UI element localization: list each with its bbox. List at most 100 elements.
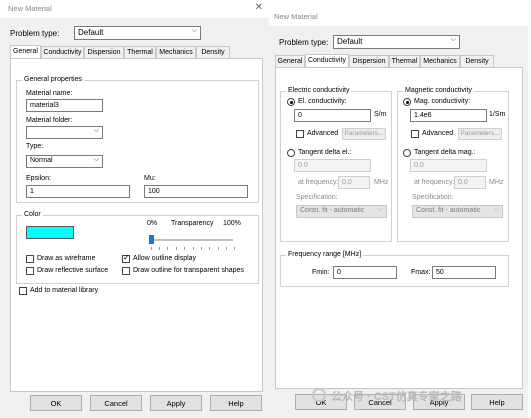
magnetic-conductivity-title: Magnetic conductivity [403, 87, 474, 94]
draw-outline-transparent-checkbox[interactable] [122, 267, 130, 275]
left-tab-panel: General properties Material name: materi… [10, 58, 263, 392]
tab-density[interactable]: Density [196, 46, 230, 58]
transparency-slider-track[interactable] [149, 239, 233, 241]
draw-as-wireframe-checkbox[interactable] [26, 255, 34, 263]
left-tabs: General Conductivity Dispersion Thermal … [10, 45, 255, 58]
tab-dispersion[interactable]: Dispersion [84, 46, 124, 58]
tab-conductivity[interactable]: Conductivity [305, 54, 349, 67]
mag-conductivity-input[interactable]: 1.4e6 [410, 109, 487, 122]
mu-input[interactable]: 100 [144, 185, 248, 198]
tab-mechanics[interactable]: Mechanics [156, 46, 196, 58]
electric-conductivity-title: Electric conductivity [286, 87, 352, 94]
mu-label: Mu: [144, 175, 156, 182]
draw-reflective-surface-label: Draw reflective surface [37, 267, 109, 274]
tab-thermal[interactable]: Thermal [389, 55, 420, 67]
add-to-library-label: Add to material library [30, 287, 99, 294]
draw-reflective-surface-checkbox[interactable] [26, 267, 34, 275]
el-advanced-checkbox[interactable] [296, 130, 304, 138]
material-folder-select[interactable]: ⌵ [26, 126, 103, 139]
tab-thermal[interactable]: Thermal [124, 46, 156, 58]
fmin-input[interactable]: 0 [333, 266, 397, 279]
help-button[interactable]: Help [471, 394, 523, 410]
el-at-frequency-unit: MHz [374, 179, 389, 186]
el-conductivity-radio[interactable] [287, 98, 295, 106]
problem-type-value: Default [78, 28, 104, 37]
el-parameters-button[interactable]: Parameters... [342, 128, 386, 140]
problem-type-value: Default [337, 37, 363, 46]
ok-button[interactable]: OK [30, 395, 82, 411]
draw-as-wireframe-label: Draw as wireframe [37, 255, 96, 262]
cancel-button[interactable]: Cancel [90, 395, 142, 411]
general-properties-title: General properties [22, 76, 84, 83]
mag-conductivity-label: Mag. conductivity: [414, 98, 471, 105]
tab-general[interactable]: General [275, 55, 305, 67]
transparency-min: 0% [147, 220, 158, 227]
tab-dispersion[interactable]: Dispersion [349, 55, 389, 67]
right-dialog: New Material Problem type: Default ⌵ Gen… [269, 8, 528, 418]
chevron-down-icon: ⌵ [93, 127, 99, 134]
epsilon-input[interactable]: 1 [26, 185, 130, 198]
el-tangent-radio[interactable] [287, 149, 295, 157]
el-conductivity-label: El. conductivity: [298, 98, 347, 105]
mag-advanced-label: Advanced [422, 130, 454, 137]
mag-conductivity-radio[interactable] [403, 98, 411, 106]
el-conductivity-input[interactable]: 0 [294, 109, 371, 122]
left-title: New Material [8, 4, 52, 13]
right-title: New Material [274, 12, 318, 21]
fmax-label: Fmax: [411, 269, 431, 276]
mag-specification-select[interactable]: Const. fit - automatic ⌵ [412, 205, 503, 218]
material-name-label: Material name: [26, 90, 73, 97]
close-icon[interactable]: ✕ [255, 2, 263, 13]
watermark-text: 公众号 · CST仿真专家之路 [331, 391, 462, 403]
add-to-library-checkbox[interactable] [19, 287, 27, 295]
wechat-icon [312, 388, 326, 402]
el-at-frequency-label: at frequency: [298, 179, 339, 186]
el-specification-select[interactable]: Const. fit - automatic ⌵ [296, 205, 387, 218]
transparency-ticks [151, 247, 235, 250]
chevron-down-icon: ⌵ [191, 27, 197, 34]
tab-mechanics[interactable]: Mechanics [420, 55, 460, 67]
fmin-label: Fmin: [312, 269, 330, 276]
right-tabs: General Conductivity Dispersion Thermal … [275, 54, 523, 67]
tab-density[interactable]: Density [460, 55, 494, 67]
mag-parameters-button[interactable]: Parameters... [458, 128, 502, 140]
tab-general[interactable]: General [10, 45, 41, 58]
mag-at-frequency-unit: MHz [489, 179, 504, 186]
color-swatch[interactable] [26, 226, 74, 239]
mag-tangent-input[interactable]: 0.0 [410, 159, 487, 172]
el-unit: S/m [374, 111, 387, 118]
mag-at-frequency-input[interactable]: 0.0 [454, 176, 486, 189]
el-tangent-label: Tangent delta el.: [298, 149, 352, 156]
transparency-slider-thumb[interactable] [149, 235, 154, 244]
frequency-range-title: Frequency range [MHz] [286, 251, 364, 258]
mag-tangent-radio[interactable] [403, 149, 411, 157]
apply-button[interactable]: Apply [150, 395, 202, 411]
left-dialog: New Material ✕ Problem type: Default ⌵ G… [0, 0, 269, 418]
left-titlebar: New Material ✕ [0, 0, 269, 18]
allow-outline-display-label: Allow outline display [133, 255, 197, 262]
chevron-down-icon: ⌵ [93, 156, 99, 163]
mag-tangent-label: Tangent delta mag.: [414, 149, 476, 156]
el-tangent-input[interactable]: 0.0 [294, 159, 371, 172]
allow-outline-display-checkbox[interactable] [122, 253, 130, 263]
problem-type-select[interactable]: Default ⌵ [333, 35, 460, 49]
chevron-down-icon: ⌵ [493, 206, 499, 213]
transparency-label: Transparency [171, 220, 214, 227]
mag-at-frequency-label: at frequency: [414, 179, 455, 186]
right-tab-panel: Electric conductivity El. conductivity: … [275, 67, 523, 389]
problem-type-label: Problem type: [279, 38, 329, 47]
mag-unit: 1/Sm [489, 111, 506, 118]
type-select[interactable]: Normal ⌵ [26, 155, 103, 168]
fmax-input[interactable]: 50 [432, 266, 496, 279]
draw-outline-transparent-label: Draw outline for transparent shapes [133, 267, 244, 274]
help-button[interactable]: Help [210, 395, 262, 411]
el-at-frequency-input[interactable]: 0.0 [338, 176, 370, 189]
epsilon-label: Epsilon: [26, 175, 51, 182]
tab-conductivity[interactable]: Conductivity [41, 46, 84, 58]
problem-type-select[interactable]: Default ⌵ [74, 26, 201, 40]
problem-type-label: Problem type: [10, 29, 60, 38]
el-specification-label: Specification: [296, 194, 338, 201]
mag-advanced-checkbox[interactable] [411, 130, 419, 138]
material-name-input[interactable]: material3 [26, 99, 103, 112]
color-title: Color [22, 211, 43, 218]
